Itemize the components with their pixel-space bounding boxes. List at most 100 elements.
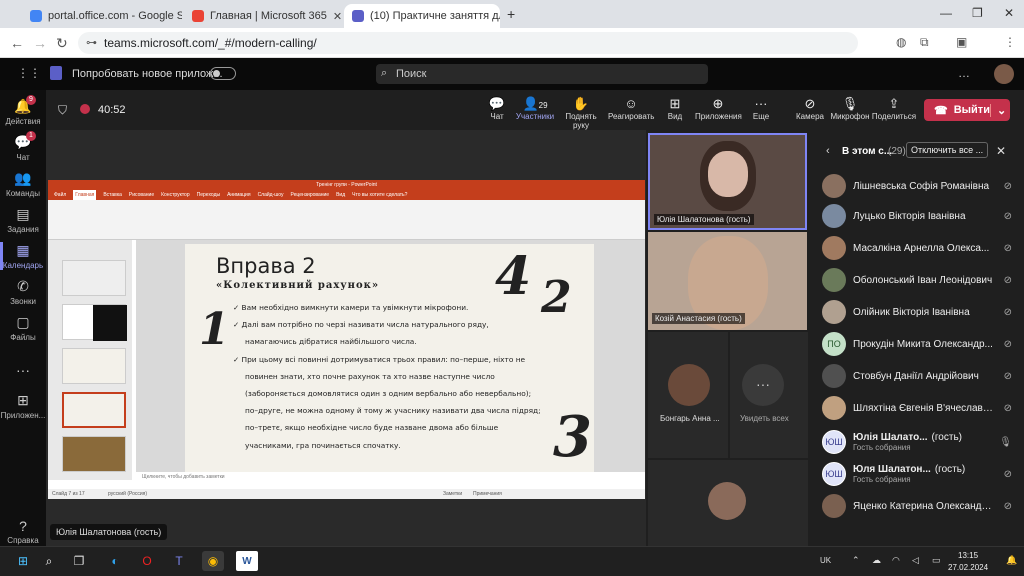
participants-button[interactable]: 👤29 Участники <box>512 96 558 121</box>
close-tab-icon[interactable]: ✕ <box>333 10 342 23</box>
minimize-icon[interactable]: — <box>940 6 952 20</box>
extensions-icon[interactable]: ⧉ <box>920 35 929 50</box>
language-indicator[interactable]: UK <box>820 556 831 565</box>
back-icon[interactable]: ← <box>10 35 24 51</box>
menu-item[interactable]: Рисование <box>129 190 154 200</box>
thumbnail[interactable] <box>62 304 127 341</box>
participant-row[interactable]: Масалкіна Арнелла Олекса... ⊘ <box>812 232 1012 264</box>
user-avatar[interactable] <box>994 64 1014 84</box>
video-tile[interactable]: Бонгарь Анна ... <box>648 332 728 458</box>
menu-icon[interactable]: ⋮ <box>1004 35 1016 49</box>
rail-more[interactable]: ··· <box>0 362 46 380</box>
participant-row[interactable]: ЮШ Юлія Шалато... (гость) Гость собрания 🎙 <box>812 424 1012 460</box>
participant-row[interactable]: Стовбун Даніїл Андрійович ⊘ <box>812 360 1012 392</box>
wifi-icon[interactable]: ◠ <box>892 555 900 566</box>
search-input[interactable]: ⌕ Поиск <box>376 64 708 84</box>
menu-item[interactable]: Анимация <box>227 190 250 200</box>
opera-icon[interactable]: O <box>136 551 158 571</box>
battery-icon[interactable]: ▭ <box>932 555 941 566</box>
windows-icon[interactable]: ⊞ <box>12 551 34 571</box>
menu-item[interactable]: Что вы хотите сделать? <box>352 190 407 200</box>
status-notes[interactable]: Заметки <box>443 489 462 499</box>
app-launcher-icon[interactable]: ⋮⋮ <box>17 66 41 80</box>
menu-item[interactable]: Конструктор <box>161 190 190 200</box>
menu-item[interactable]: Слайд-шоу <box>258 190 284 200</box>
new-tab-button[interactable]: + <box>507 6 515 22</box>
close-icon[interactable]: ✕ <box>996 144 1006 158</box>
forward-icon[interactable]: → <box>33 35 47 51</box>
site-info-icon[interactable]: ⊶ <box>86 36 97 49</box>
rail-item-files[interactable]: ▢ Файлы <box>0 314 46 342</box>
video-tile[interactable]: Козій Анастасия (гость) <box>648 232 807 330</box>
rail-item-help[interactable]: ? Справка <box>0 518 46 545</box>
react-button[interactable]: ☺ Реагировать <box>608 96 654 121</box>
leave-button[interactable]: ☎ Выйти ⌄ <box>924 99 1010 121</box>
menu-item[interactable]: Главная <box>73 190 97 200</box>
thumbnail[interactable] <box>62 260 126 296</box>
close-window-icon[interactable]: ✕ <box>1004 6 1014 20</box>
address-bar[interactable]: ⊶ teams.microsoft.com/_#/modern-calling/ <box>78 32 858 54</box>
video-tile[interactable] <box>648 460 808 546</box>
thumbnail[interactable] <box>62 348 126 384</box>
video-tile-active[interactable]: Юлія Шалатонова (гость) <box>648 133 807 230</box>
menu-item[interactable]: Файл <box>54 190 66 200</box>
rail-item-calendar[interactable]: ▦ Календарь <box>0 242 46 270</box>
browser-tab[interactable]: Главная | Microsoft 365 ✕ <box>184 4 344 28</box>
browser-tab[interactable]: portal.office.com - Google Sea ✕ <box>22 4 182 28</box>
clock-date[interactable]: 27.02.2024 <box>948 563 988 572</box>
more-button[interactable]: ··· Еще <box>738 96 784 121</box>
menu-item[interactable]: Вставка <box>103 190 122 200</box>
thumbnail[interactable] <box>62 436 126 472</box>
participant-row[interactable]: Луцько Вікторія Іванівна ⊘ <box>812 200 1012 232</box>
teams-app-icon[interactable]: T <box>168 551 190 571</box>
rail-item-assignments[interactable]: ▤ Задания <box>0 206 46 234</box>
notes-pane[interactable]: Щелкните, чтобы добавить заметки <box>136 472 645 482</box>
participant-row[interactable]: Оболонський Іван Леонідович ⊘ <box>812 264 1012 296</box>
participant-row[interactable]: Яценко Катерина Олександрі... ⊘ <box>812 490 1012 522</box>
browser-tab-active[interactable]: (10) Практичне заняття дл ◉ ✕ <box>344 4 500 28</box>
clock-time[interactable]: 13:15 <box>958 551 978 560</box>
sidepanel-icon[interactable]: ▣ <box>956 35 967 49</box>
menu-item[interactable]: Переходы <box>197 190 220 200</box>
view-button[interactable]: ⊞ Вид <box>652 96 698 121</box>
chrome-icon[interactable]: ◉ <box>202 551 224 571</box>
rail-item-calls[interactable]: ✆ Звонки <box>0 278 46 306</box>
chevron-down-icon[interactable]: ⌄ <box>989 103 1006 117</box>
tool-label: Поднять руку <box>565 112 597 130</box>
thumbnail-selected[interactable] <box>62 392 126 428</box>
menu-item[interactable]: Вид <box>336 190 345 200</box>
cloud-icon[interactable]: ☁ <box>872 555 881 566</box>
participant-row[interactable]: Шляхтіна Євгенія В'ячеславів... ⊘ <box>812 392 1012 424</box>
maximize-icon[interactable]: ❐ <box>972 6 983 20</box>
rail-item-activity[interactable]: 🔔 9 Действия <box>0 95 46 126</box>
rail-item-apps[interactable]: ⊞ Приложен... <box>0 392 46 420</box>
globe-icon[interactable]: ◍ <box>896 35 906 49</box>
participant-row[interactable]: Лішневська Софія Романівна ⊘ <box>812 170 1012 202</box>
mute-all-button[interactable]: Отключить все ... <box>906 142 989 158</box>
chevron-left-icon[interactable]: ‹ <box>826 145 830 157</box>
participant-row[interactable]: Олійник Вікторія Іванівна ⊘ <box>812 296 1012 328</box>
menu-item[interactable]: Рецензирование <box>290 190 329 200</box>
new-teams-toggle[interactable] <box>210 67 236 80</box>
task-view-icon[interactable]: ❐ <box>68 551 90 571</box>
reload-icon[interactable]: ↻ <box>56 35 68 52</box>
shield-icon[interactable]: ⛉ <box>58 103 67 118</box>
apps-button[interactable]: ⊕ Приложения <box>695 96 742 121</box>
see-all-tile[interactable]: ··· Увидеть всех <box>730 332 808 458</box>
raise-hand-button[interactable]: ✋ Поднять руку <box>558 96 604 130</box>
rail-item-chat[interactable]: 💬 1 Чат <box>0 131 46 162</box>
notifications-icon[interactable]: 🔔 <box>1006 555 1017 566</box>
mic-button[interactable]: 🎙 Микрофон <box>827 96 873 121</box>
share-button[interactable]: ⇪ Поделиться <box>871 96 917 121</box>
search-icon[interactable]: ⌕ <box>38 551 60 571</box>
word-icon[interactable]: W <box>236 551 258 571</box>
edge-icon[interactable]: ◐ <box>104 551 126 571</box>
participant-row[interactable]: ПО Прокудін Микита Олександр... ⊘ <box>812 328 1012 360</box>
tray-chevron-icon[interactable]: ⌃ <box>852 555 860 566</box>
rail-item-teams[interactable]: 👥 Команды <box>0 170 46 198</box>
recording-icon <box>80 104 90 114</box>
status-comments[interactable]: Примечания <box>473 489 502 499</box>
more-options-icon[interactable]: … <box>958 66 970 80</box>
participant-row[interactable]: ЮШ Юля Шалатон... (гость) Гость собрания ⊘ <box>812 456 1012 492</box>
volume-icon[interactable]: ◁ <box>912 555 919 566</box>
